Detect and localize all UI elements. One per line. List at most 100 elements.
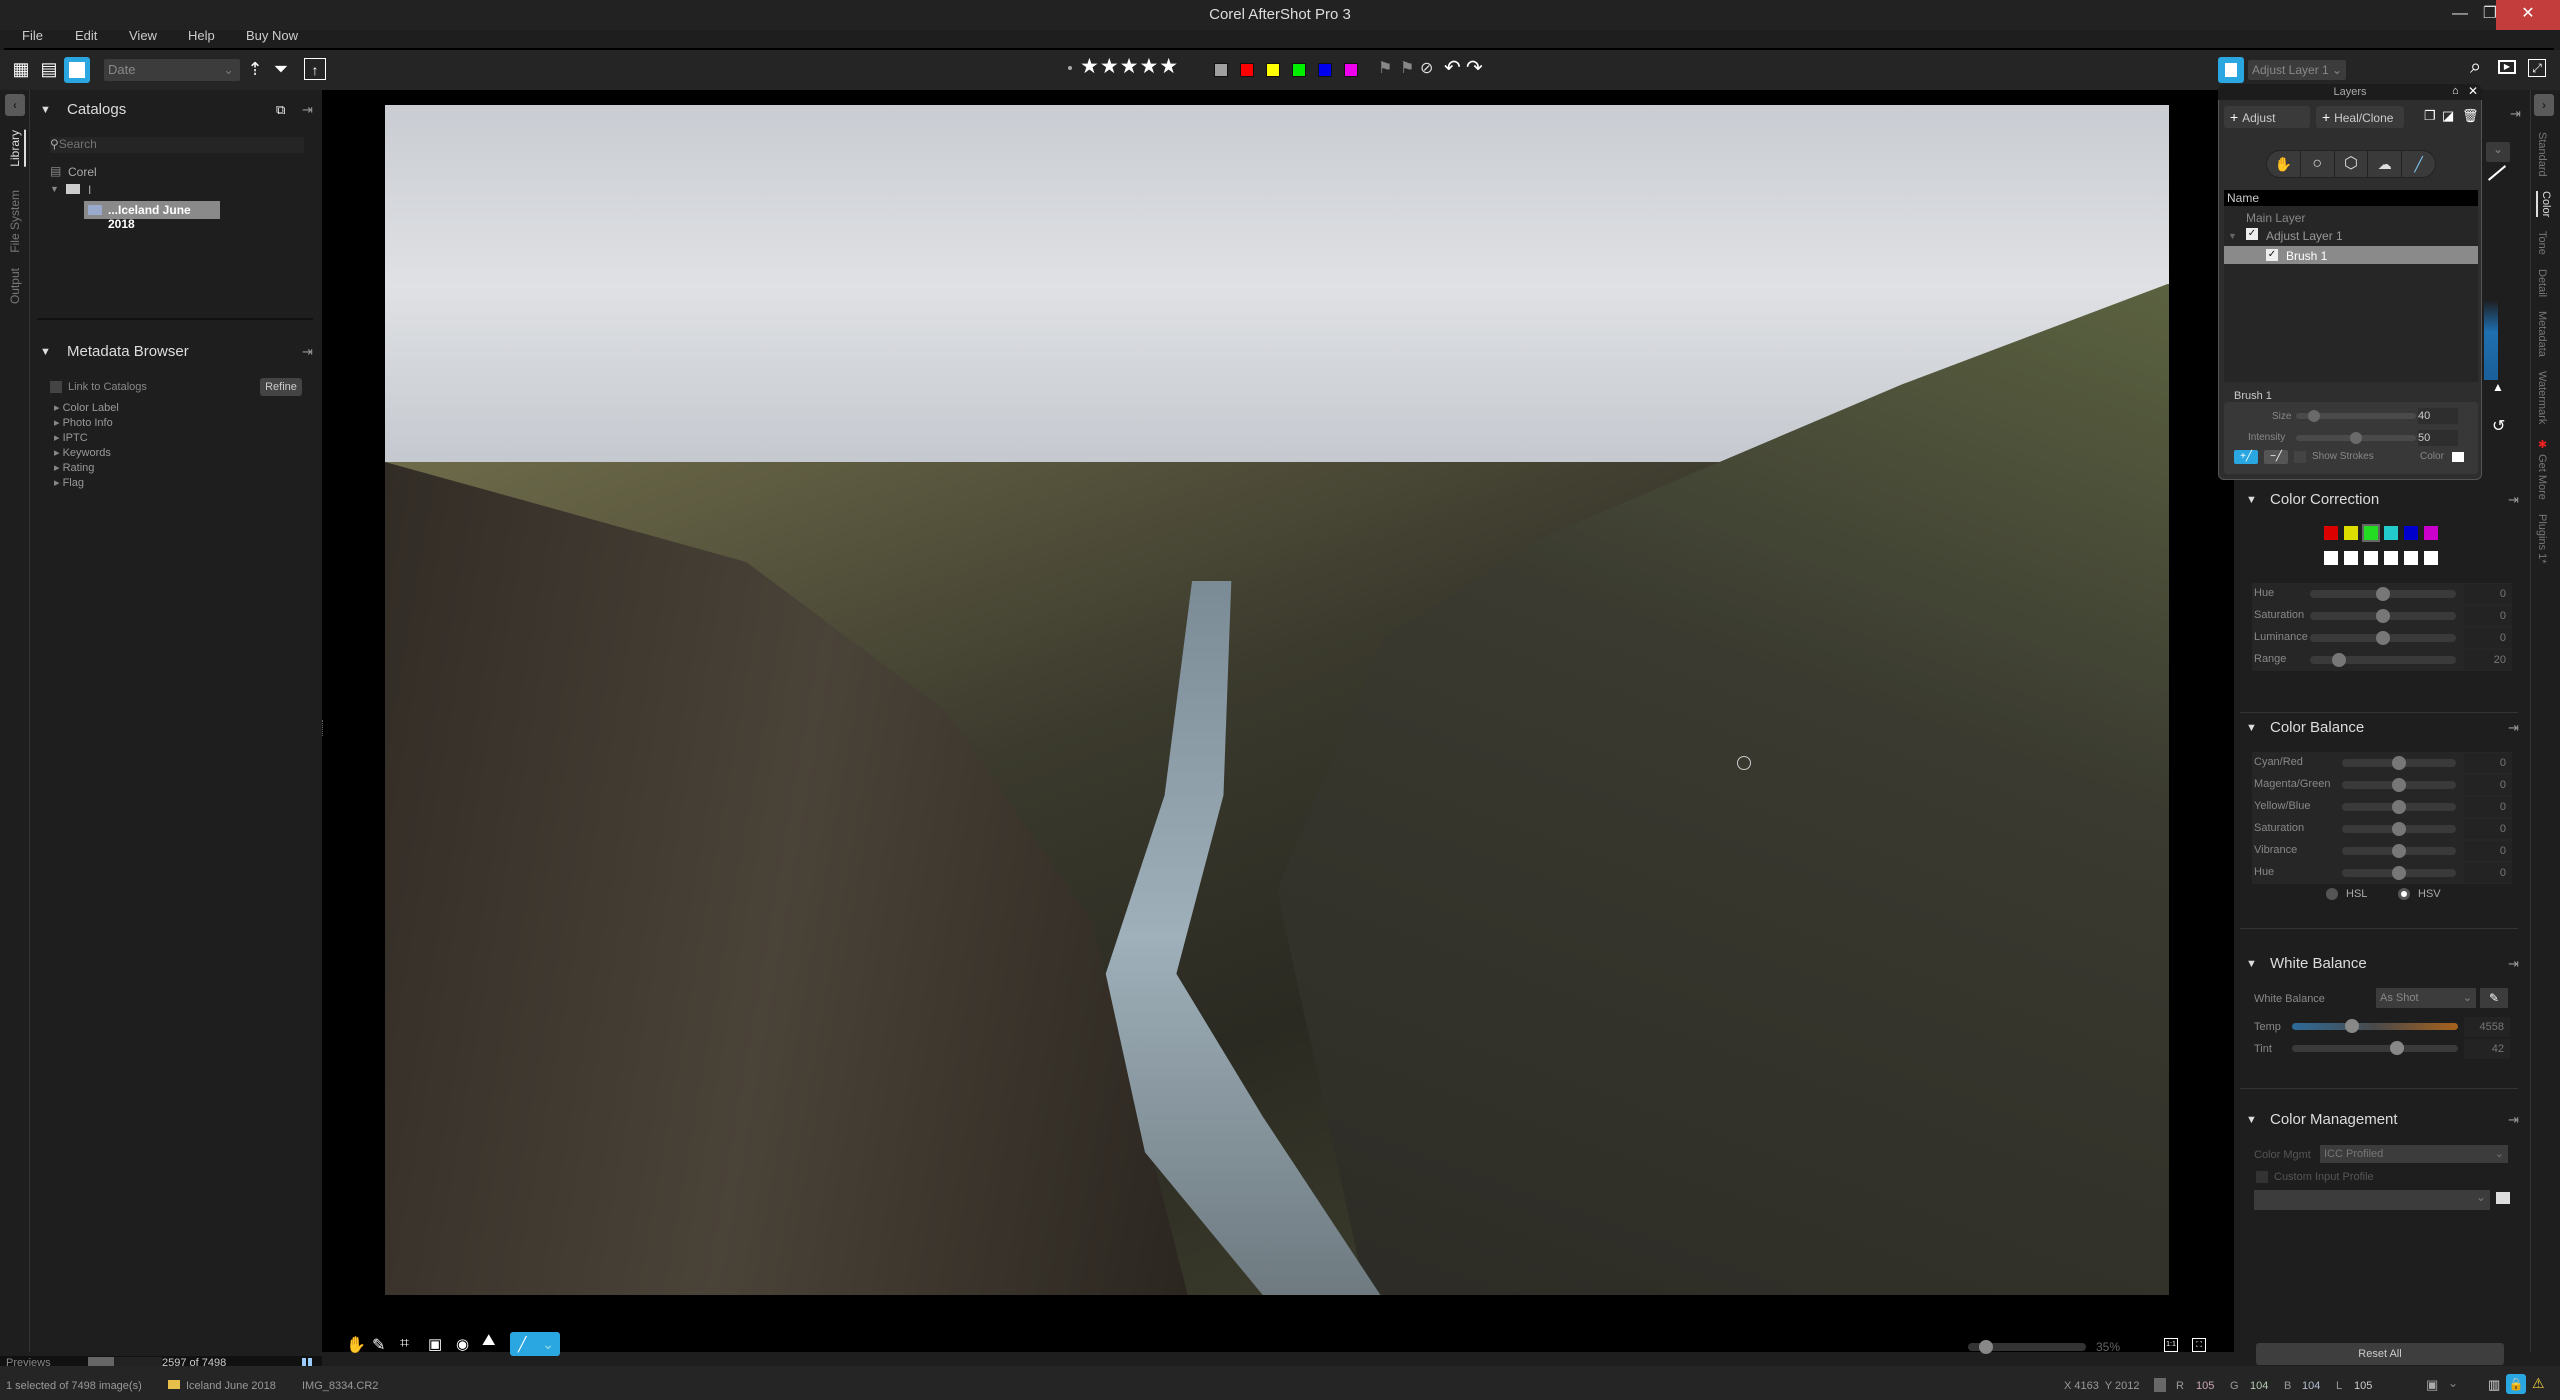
collapse-triangle-icon[interactable]: ▼ xyxy=(2246,1114,2257,1126)
export-icon[interactable]: ↑ xyxy=(304,58,326,80)
collapse-triangle-icon[interactable]: ▼ xyxy=(40,346,51,358)
color-correction-swatch[interactable] xyxy=(2344,526,2358,540)
brush-color-swatch[interactable] xyxy=(2452,452,2464,462)
filmstrip-view-icon[interactable]: ▤ xyxy=(38,58,60,80)
crop-tool-icon[interactable]: ⌗ xyxy=(400,1335,409,1353)
sort-select[interactable]: Date ⌄ xyxy=(104,59,240,81)
color-label-swatch[interactable] xyxy=(1214,63,1228,77)
color-correction-knob[interactable] xyxy=(2376,631,2390,645)
wb-eyedropper-button[interactable]: ✎ xyxy=(2480,988,2508,1008)
circle-tool-icon[interactable]: ○ xyxy=(2301,151,2335,177)
close-button[interactable]: ✕ xyxy=(2496,0,2560,30)
show-strokes-checkbox[interactable] xyxy=(2294,451,2306,463)
color-balance-value[interactable]: 0 xyxy=(2464,841,2512,861)
color-balance-slider[interactable] xyxy=(2342,778,2456,792)
color-balance-slider[interactable] xyxy=(2342,800,2456,814)
color-correction-swatch[interactable] xyxy=(2362,524,2380,542)
color-balance-slider[interactable] xyxy=(2342,844,2456,858)
lock-icon[interactable]: 🔒 xyxy=(2506,1374,2526,1394)
freehand-tool-icon[interactable]: ☁ xyxy=(2368,151,2403,177)
layers-toggle-button[interactable] xyxy=(2218,57,2244,83)
invert-mask-icon[interactable]: ◪ xyxy=(2442,108,2454,124)
temp-slider-knob[interactable] xyxy=(2344,1019,2359,1033)
tab-color[interactable]: Color xyxy=(2536,190,2552,217)
metadata-item[interactable]: ▸ Color Label xyxy=(54,401,254,416)
sort-direction-icon[interactable]: ⇡ xyxy=(244,58,266,80)
temp-slider[interactable] xyxy=(2292,1019,2458,1033)
brush-tool-button[interactable]: ╱ ⌄ xyxy=(510,1332,560,1356)
slideshow-icon[interactable]: ▶ xyxy=(2498,60,2516,74)
custom-profile-checkbox[interactable] xyxy=(2256,1171,2268,1183)
folder-icon[interactable] xyxy=(2496,1192,2510,1204)
filter-icon[interactable]: ⏷ xyxy=(270,58,292,80)
custom-swatch[interactable] xyxy=(2404,551,2418,565)
color-correction-value[interactable]: 0 xyxy=(2464,606,2512,626)
refine-button[interactable]: Refine xyxy=(260,378,302,396)
expand-triangle-icon[interactable]: ▼ xyxy=(2228,231,2237,241)
undo-curve-icon[interactable]: ↺ xyxy=(2492,416,2505,436)
tint-slider[interactable] xyxy=(2292,1041,2458,1055)
layer-row-main[interactable]: Main Layer xyxy=(2246,211,2305,225)
color-correction-swatch[interactable] xyxy=(2384,526,2398,540)
menu-file[interactable]: File xyxy=(22,28,43,43)
collapse-triangle-icon[interactable]: ▼ xyxy=(2246,494,2257,506)
rotate-right-icon[interactable]: ↷ xyxy=(1466,55,1483,80)
catalog-manage-icon[interactable]: ⧉ xyxy=(276,102,285,118)
catalog-search[interactable]: ⚲ xyxy=(50,137,304,153)
color-label-swatch[interactable] xyxy=(1318,63,1332,77)
hsl-radio[interactable] xyxy=(2326,888,2338,900)
color-balance-value[interactable]: 0 xyxy=(2464,753,2512,773)
layer-row-brush-selected[interactable] xyxy=(2224,246,2478,264)
brush-intensity-value[interactable]: 50 xyxy=(2418,430,2458,446)
color-balance-knob[interactable] xyxy=(2392,844,2406,858)
custom-swatch[interactable] xyxy=(2384,551,2398,565)
collapse-triangle-icon[interactable]: ▼ xyxy=(2246,722,2257,734)
color-balance-knob[interactable] xyxy=(2392,866,2406,880)
tab-detail[interactable]: Detail xyxy=(2536,269,2548,297)
color-balance-slider[interactable] xyxy=(2342,756,2456,770)
preset-dropdown[interactable]: ⌄ xyxy=(2486,142,2510,162)
brush-size-value[interactable]: 40 xyxy=(2418,408,2458,424)
rating-stars[interactable]: ★★★★★ xyxy=(1080,54,1179,79)
pin-icon[interactable]: ⇥ xyxy=(2510,106,2521,122)
custom-swatch[interactable] xyxy=(2424,551,2438,565)
add-heal-clone-button[interactable]: + Heal/Clone xyxy=(2316,106,2404,128)
heal-tool-icon[interactable]: ⛰ xyxy=(482,1332,495,1350)
pin-icon[interactable]: ⇥ xyxy=(302,344,313,360)
hsv-radio[interactable] xyxy=(2398,888,2410,900)
chevron-down-icon[interactable]: ⌄ xyxy=(2448,1376,2458,1390)
color-label-swatch[interactable] xyxy=(1292,63,1306,77)
color-label-swatch[interactable] xyxy=(1344,63,1358,77)
color-label-swatch[interactable] xyxy=(1240,63,1254,77)
search-icon[interactable]: ⌕ xyxy=(2470,56,2481,79)
color-balance-slider[interactable] xyxy=(2342,866,2456,880)
color-correction-knob[interactable] xyxy=(2376,587,2390,601)
brush-erase-mode-button[interactable]: −╱ xyxy=(2264,450,2288,464)
tab-plugins-1-[interactable]: Plugins 1* xyxy=(2536,514,2548,564)
left-resize-handle[interactable] xyxy=(322,720,326,736)
color-correction-slider[interactable] xyxy=(2310,653,2456,667)
color-balance-value[interactable]: 0 xyxy=(2464,775,2512,795)
custom-swatch[interactable] xyxy=(2364,551,2378,565)
menu-edit[interactable]: Edit xyxy=(75,28,97,43)
metadata-item[interactable]: ▸ Photo Info xyxy=(54,416,254,431)
color-correction-knob[interactable] xyxy=(2376,609,2390,623)
fullscreen-icon[interactable]: ⤢ xyxy=(2528,59,2546,77)
brush-intensity-knob[interactable] xyxy=(2350,432,2362,444)
color-balance-value[interactable]: 0 xyxy=(2464,819,2512,839)
zoom-1-1-button[interactable]: 1:1 xyxy=(2164,1338,2178,1352)
red-eye-tool-icon[interactable]: ◉ xyxy=(456,1335,469,1353)
zoom-slider[interactable] xyxy=(1968,1340,2086,1354)
collapse-triangle-icon[interactable]: ▼ xyxy=(40,104,51,116)
expand-triangle-icon[interactable]: ▼ xyxy=(50,184,59,194)
color-balance-knob[interactable] xyxy=(2392,778,2406,792)
menu-buy-now[interactable]: Buy Now xyxy=(246,28,298,43)
single-view-icon[interactable] xyxy=(64,57,90,83)
color-label-swatch[interactable] xyxy=(1266,63,1280,77)
color-correction-slider[interactable] xyxy=(2310,631,2456,645)
menu-view[interactable]: View xyxy=(129,28,157,43)
catalog-corel[interactable]: Corel xyxy=(68,165,97,179)
color-balance-slider[interactable] xyxy=(2342,822,2456,836)
color-correction-knob[interactable] xyxy=(2332,653,2347,667)
zoom-fit-button[interactable]: ⛶ xyxy=(2192,1338,2206,1352)
